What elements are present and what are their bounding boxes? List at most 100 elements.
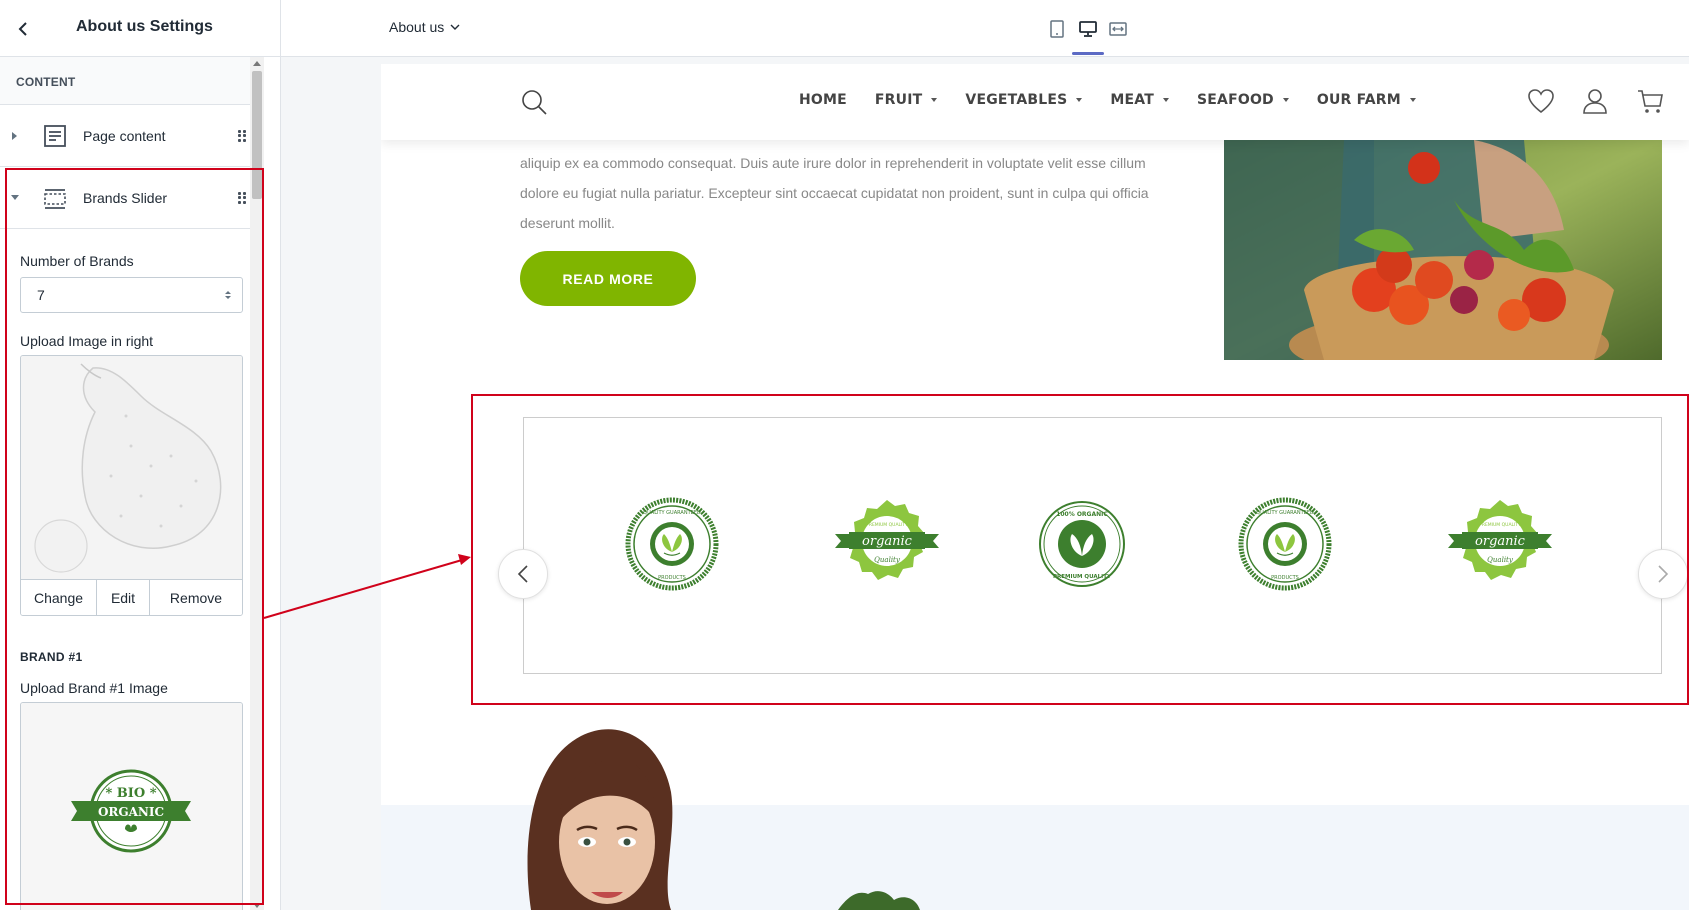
brand-1-upload-label: Upload Brand #1 Image (20, 680, 168, 696)
brand-logo-text-top: PREMIUM QUALITY (1479, 522, 1521, 528)
brand-logo-text-bottom: PRODUCTS (1271, 575, 1299, 581)
page-content-icon (44, 124, 66, 147)
drag-handle-icon[interactable] (238, 191, 246, 204)
nav-item-label: HOME (799, 92, 847, 108)
user-icon[interactable] (1580, 86, 1610, 116)
bio-logo-line2: ORGANIC (98, 805, 164, 819)
edit-image-button[interactable]: Edit (97, 580, 150, 615)
section-label-brands-slider: Brands Slider (83, 189, 168, 206)
nav-item-meat[interactable]: MEAT (1110, 92, 1169, 108)
chevron-down-icon (450, 24, 460, 30)
brand-1-image: * BIO * ORGANIC (21, 703, 242, 910)
read-more-button[interactable]: READ MORE (520, 251, 696, 306)
change-image-button[interactable]: Change (21, 580, 97, 615)
page-selector-label: About us (389, 19, 445, 35)
bio-organic-logo: * BIO * ORGANIC (71, 769, 191, 853)
nav-item-label: VEGETABLES (965, 92, 1068, 108)
dropdown-caret-icon (1282, 98, 1289, 102)
plant-leaves-image (838, 891, 920, 910)
mobile-view-button[interactable] (1042, 14, 1072, 44)
brand-logo-text-bottom: Quality (1487, 556, 1514, 564)
nav-item-home[interactable]: HOME (799, 92, 847, 108)
brand-1-image-picker[interactable]: * BIO * ORGANIC (20, 702, 243, 910)
editor-topbar: About us (281, 0, 1689, 57)
nav-item-seafood[interactable]: SEAFOOD (1197, 92, 1289, 108)
pear-sketch-image (21, 356, 242, 579)
right-image-picker: Change Edit Remove (20, 355, 243, 616)
about-paragraph: aliquip ex ea commodo consequat. Duis au… (520, 155, 1149, 231)
number-of-brands-value: 7 (37, 287, 45, 303)
basket-illustration (1224, 140, 1662, 360)
nav-item-fruit[interactable]: FRUIT (874, 92, 938, 108)
sidebar-scrollbar[interactable] (250, 57, 264, 910)
brand-logo-premium-quality: 100% ORGANIC PREMIUM QUALITY (1039, 501, 1125, 587)
brand-logo-quality-guaranteed: QUALITY GUARANTEED PRODUCTS (625, 497, 719, 591)
dropdown-caret-icon (1409, 98, 1416, 102)
bio-logo-line1: * BIO * (105, 786, 156, 801)
image-actions: Change Edit Remove (21, 579, 242, 615)
back-button[interactable] (10, 16, 36, 42)
number-of-brands-label: Number of Brands (20, 253, 134, 269)
number-of-brands-select[interactable]: 7 (20, 277, 243, 313)
nav-item-vegetables[interactable]: VEGETABLES (965, 92, 1083, 108)
heart-icon[interactable] (1526, 86, 1556, 116)
nav-item-label: SEAFOOD (1197, 92, 1274, 108)
carousel-prev-button[interactable] (498, 549, 548, 599)
section-brands-slider[interactable]: Brands Slider (0, 167, 264, 229)
drag-handle-icon[interactable] (238, 129, 246, 142)
dropdown-caret-icon (1076, 98, 1083, 102)
scroll-up-icon[interactable] (253, 61, 261, 66)
remove-image-button[interactable]: Remove (150, 580, 242, 615)
brand-logo-text-top: QUALITY GUARANTEED (1256, 510, 1314, 516)
brand-logo-ribbon-text: organic (1475, 534, 1526, 549)
nav-item-label: OUR FARM (1316, 92, 1401, 108)
chevron-left-icon (18, 22, 27, 36)
chevron-right-icon (1658, 565, 1669, 583)
brand-logo-text-bottom: PRODUCTS (658, 575, 686, 581)
dropdown-caret-icon (931, 98, 938, 102)
woman-portrait-photo (527, 729, 673, 910)
brand-logo-organic-quality: organic PREMIUM QUALITY Quality (835, 500, 939, 580)
cart-icon[interactable] (1635, 86, 1665, 116)
section-page-content[interactable]: Page content (0, 105, 264, 167)
select-arrows-icon (225, 291, 231, 299)
brand-logo-text-top: QUALITY GUARANTEED (643, 510, 701, 516)
caret-right-icon (12, 131, 17, 140)
brand-1-heading: BRAND #1 (20, 650, 83, 664)
brand-logo-text-bottom: PREMIUM QUALITY (1053, 574, 1112, 580)
desktop-view-button[interactable] (1073, 14, 1103, 44)
site-header: HOME FRUIT VEGETABLES MEAT SEAFOOD OUR FARM (381, 64, 1689, 140)
brand-logo-ribbon-text: organic (862, 534, 913, 549)
search-icon[interactable] (520, 88, 548, 116)
brand-logo-text-top: 100% ORGANIC (1056, 511, 1108, 518)
brand-logo-quality-guaranteed: QUALITY GUARANTEED PRODUCTS (1238, 497, 1332, 591)
mobile-icon (1050, 20, 1064, 38)
brand-logo-organic-quality: organic PREMIUM QUALITY Quality (1448, 500, 1552, 580)
slider-section-icon (44, 188, 66, 209)
upload-right-image-label: Upload Image in right (20, 333, 154, 349)
scroll-down-icon[interactable] (253, 903, 261, 908)
sidebar-scroll-area: CONTENT Page content Brands Slider Numbe… (0, 57, 264, 910)
brand-logo-text-top: PREMIUM QUALITY (866, 522, 908, 528)
chevron-left-icon (517, 565, 528, 583)
expand-width-icon (1109, 22, 1127, 36)
carousel-next-button[interactable] (1638, 549, 1688, 599)
brand-logo-text-bottom: Quality (874, 556, 901, 564)
page-selector-dropdown[interactable]: About us (389, 19, 460, 35)
content-section-label: CONTENT (0, 57, 264, 105)
vegetable-basket-photo (1224, 140, 1662, 360)
full-width-view-button[interactable] (1103, 14, 1133, 44)
active-viewport-indicator (1072, 52, 1104, 55)
scrollbar-thumb[interactable] (252, 71, 262, 199)
sidebar-header: About us Settings (0, 0, 280, 57)
nav-item-our-farm[interactable]: OUR FARM (1317, 92, 1416, 108)
main-nav: HOME FRUIT VEGETABLES MEAT SEAFOOD OUR FARM (799, 92, 1444, 108)
nav-item-label: FRUIT (874, 92, 923, 108)
desktop-icon (1079, 21, 1097, 37)
caret-down-icon (11, 195, 19, 200)
section-label-page-content: Page content (83, 127, 166, 144)
dropdown-caret-icon (1163, 98, 1169, 102)
sidebar-title: About us Settings (76, 18, 213, 35)
pear-illustration (34, 363, 222, 573)
nav-item-label: MEAT (1110, 92, 1154, 108)
